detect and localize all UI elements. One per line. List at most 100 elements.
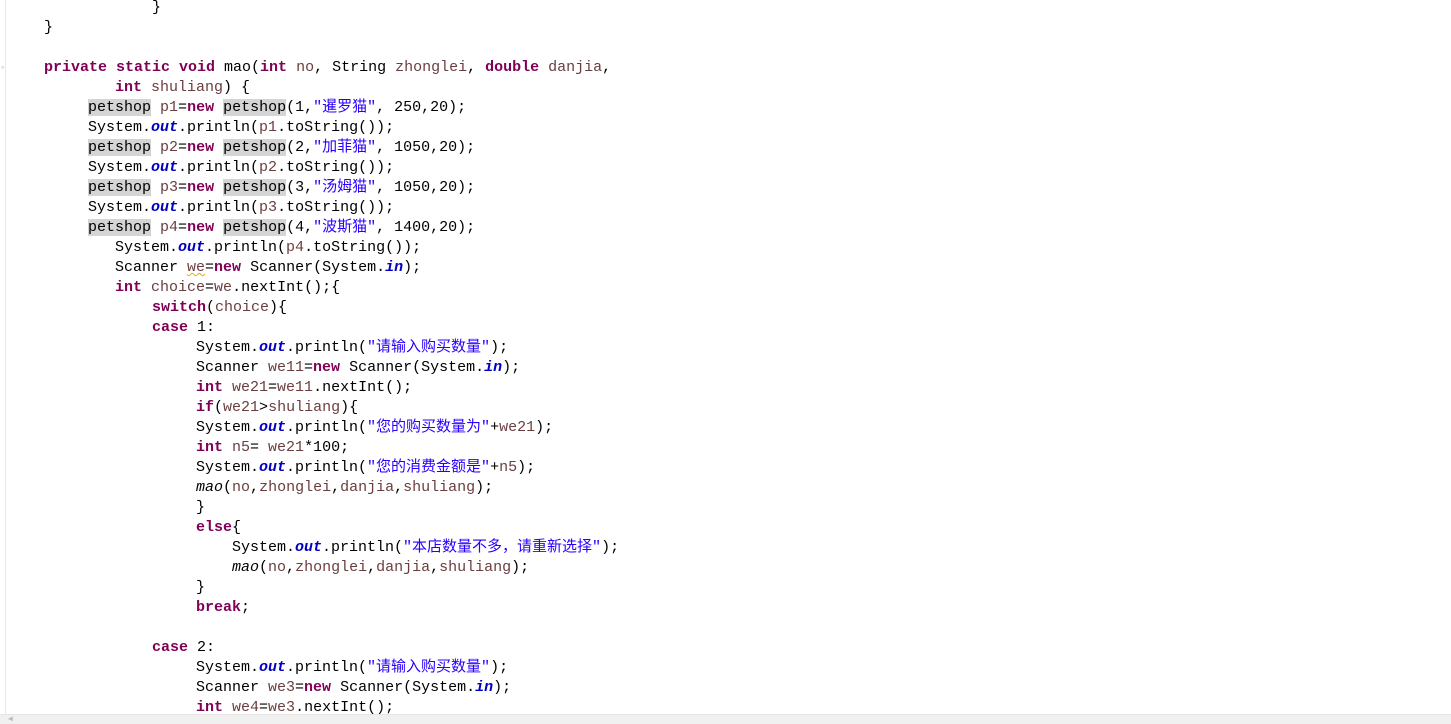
code-token: System. xyxy=(115,239,179,256)
code-line[interactable]: mao(no,zhonglei,danjia,shuliang); xyxy=(196,478,493,498)
code-token: zhonglei xyxy=(259,479,332,496)
code-token: ); xyxy=(517,459,536,476)
code-line[interactable]: Scanner we3=new Scanner(System.in); xyxy=(196,678,511,698)
code-token: out xyxy=(295,539,323,556)
code-token: mao( xyxy=(224,59,261,76)
code-token: (2, xyxy=(286,139,314,156)
code-token: "加菲猫" xyxy=(313,139,377,156)
code-line[interactable]: case 2: xyxy=(152,638,215,658)
code-token: p2 xyxy=(259,159,278,176)
code-token: shuliang xyxy=(439,559,512,576)
code-token: = xyxy=(295,679,305,696)
code-line[interactable]: int we21=we11.nextInt(); xyxy=(196,378,412,398)
code-token: .println( xyxy=(286,339,368,356)
code-token: , xyxy=(286,559,296,576)
code-token: we3 xyxy=(268,679,296,696)
code-token: "您的消费金额是" xyxy=(367,459,491,476)
code-token: break xyxy=(196,599,242,616)
code-token: Scanner xyxy=(115,259,188,276)
code-token: Scanner(System. xyxy=(340,679,476,696)
code-line[interactable]: mao(no,zhonglei,danjia,shuliang); xyxy=(232,558,529,578)
code-line[interactable]: switch(choice){ xyxy=(152,298,287,318)
code-line[interactable]: else{ xyxy=(196,518,241,538)
code-token: p4 xyxy=(286,239,305,256)
code-token: .println( xyxy=(286,659,368,676)
code-token: out xyxy=(259,659,287,676)
code-line[interactable]: System.out.println("您的购买数量为"+we21); xyxy=(196,418,553,438)
code-token: , xyxy=(367,559,377,576)
code-token: case xyxy=(152,319,198,336)
code-token: p3 xyxy=(160,179,179,196)
code-token: , 1400,20); xyxy=(376,219,476,236)
code-line[interactable]: int n5= we21*100; xyxy=(196,438,349,458)
code-token: ); xyxy=(490,339,509,356)
code-token: petshop xyxy=(88,139,152,156)
code-token: petshop xyxy=(88,219,152,236)
code-line[interactable]: break; xyxy=(196,598,250,618)
code-token: ) { xyxy=(223,79,251,96)
code-line[interactable]: Scanner we11=new Scanner(System.in); xyxy=(196,358,520,378)
code-token: .nextInt(); xyxy=(313,379,413,396)
code-token: System. xyxy=(88,159,152,176)
code-token: new xyxy=(313,359,350,376)
code-line[interactable]: System.out.println(p3.toString()); xyxy=(88,198,394,218)
code-line[interactable]: petshop p1=new petshop(1,"暹罗猫", 250,20); xyxy=(88,98,466,118)
code-token: ); xyxy=(403,259,422,276)
code-line[interactable]: int shuliang) { xyxy=(115,78,250,98)
code-line[interactable]: System.out.println(p4.toString()); xyxy=(115,238,421,258)
code-line[interactable]: petshop p3=new petshop(3,"汤姆猫", 1050,20)… xyxy=(88,178,475,198)
code-token: ( xyxy=(259,559,269,576)
code-token: we xyxy=(187,259,206,276)
code-token: new xyxy=(187,139,224,156)
code-line[interactable]: } xyxy=(152,0,161,18)
code-token: Scanner xyxy=(196,359,269,376)
code-line[interactable]: } xyxy=(196,578,205,598)
code-token: } xyxy=(196,579,206,596)
code-line[interactable]: System.out.println("请输入购买数量"); xyxy=(196,658,508,678)
code-line[interactable]: if(we21>shuliang){ xyxy=(196,398,358,418)
code-token: n5 xyxy=(232,439,251,456)
code-token: (4, xyxy=(286,219,314,236)
code-line[interactable]: System.out.println(p1.toString()); xyxy=(88,118,394,138)
code-token: ( xyxy=(206,299,216,316)
code-line[interactable]: petshop p4=new petshop(4,"波斯猫", 1400,20)… xyxy=(88,218,475,238)
code-token: Scanner(System. xyxy=(250,259,386,276)
code-line[interactable]: System.out.println(p2.toString()); xyxy=(88,158,394,178)
code-line[interactable]: System.out.println("本店数量不多，请重新选择"); xyxy=(232,538,619,558)
code-line[interactable]: System.out.println("您的消费金额是"+n5); xyxy=(196,458,535,478)
code-token: int xyxy=(196,439,233,456)
code-line[interactable]: int choice=we.nextInt();{ xyxy=(115,278,340,298)
code-token: p1 xyxy=(160,99,179,116)
code-line[interactable]: private static void mao(int no, String z… xyxy=(44,58,611,78)
code-editor[interactable]: }} private static void mao(int no, String… xyxy=(6,0,1451,716)
code-line[interactable]: Scanner we=new Scanner(System.in); xyxy=(115,258,421,278)
code-token: zhonglei xyxy=(295,559,368,576)
code-token: ); xyxy=(490,659,509,676)
code-token: } xyxy=(196,499,206,516)
code-token: in xyxy=(385,259,404,276)
code-token: ){ xyxy=(269,299,288,316)
code-token: danjia xyxy=(376,559,431,576)
code-token: Scanner(System. xyxy=(349,359,485,376)
code-token: if xyxy=(196,399,215,416)
code-token: = xyxy=(205,279,215,296)
code-token: .toString()); xyxy=(277,199,395,216)
code-token: petshop xyxy=(223,219,287,236)
code-token: we11 xyxy=(268,359,305,376)
code-token: mao xyxy=(232,559,260,576)
code-token: .println( xyxy=(286,459,368,476)
code-token: .println( xyxy=(178,199,260,216)
collapse-marker-icon[interactable]: ◦ xyxy=(0,63,5,73)
code-token: ); xyxy=(493,679,512,696)
code-line[interactable]: } xyxy=(196,498,205,518)
code-token: ); xyxy=(502,359,521,376)
code-line[interactable]: System.out.println("请输入购买数量"); xyxy=(196,338,508,358)
code-token: int xyxy=(115,279,152,296)
code-line[interactable]: case 1: xyxy=(152,318,215,338)
code-token: ); xyxy=(535,419,554,436)
code-token: , xyxy=(250,479,260,496)
code-token: choice xyxy=(151,279,206,296)
code-token: new xyxy=(214,259,251,276)
code-line[interactable]: } xyxy=(44,18,53,38)
code-line[interactable]: petshop p2=new petshop(2,"加菲猫", 1050,20)… xyxy=(88,138,475,158)
